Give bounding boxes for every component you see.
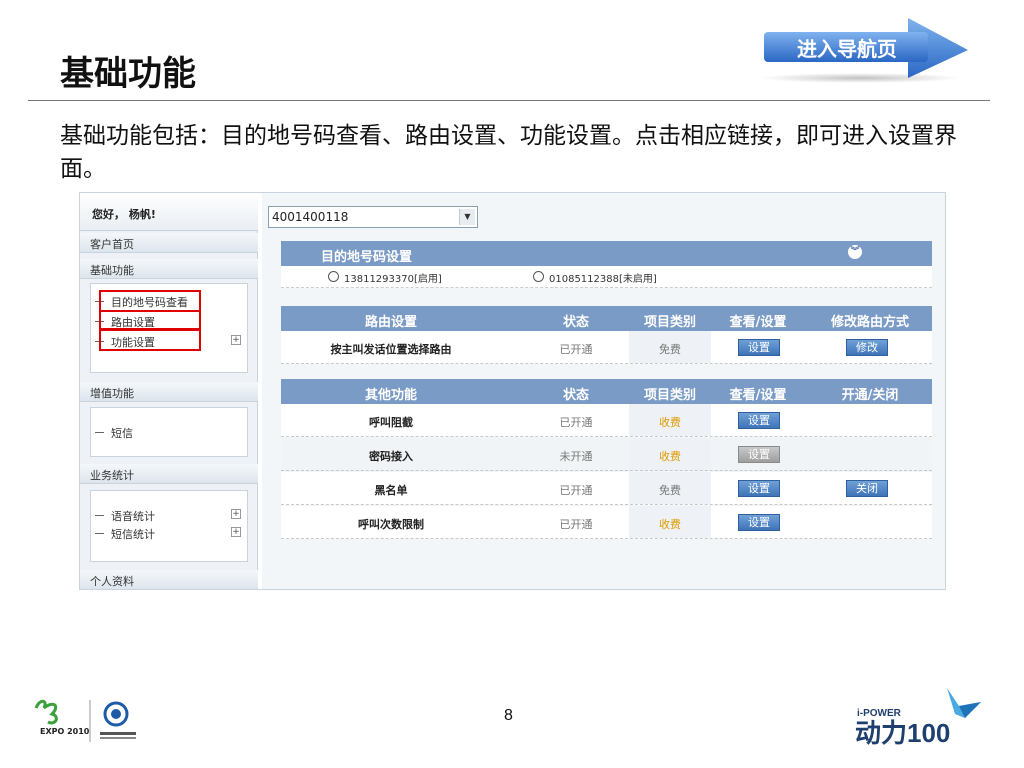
function-status: 已开通 xyxy=(559,484,593,497)
page-number: 8 xyxy=(504,707,513,724)
route-name: 按主叫发话位置选择路由 xyxy=(330,343,452,356)
function-status: 已开通 xyxy=(559,416,593,429)
expand-plus-icon[interactable]: + xyxy=(231,527,241,537)
function-category: 收费 xyxy=(659,518,681,531)
title-divider xyxy=(28,100,990,101)
route-panel-header: 路由设置 状态 项目类别 查看/设置 修改路由方式 xyxy=(281,306,932,331)
col-header: 修改路由方式 xyxy=(830,315,909,330)
col-header: 状态 xyxy=(562,388,589,403)
radio-dest-2[interactable] xyxy=(533,271,544,282)
table-row: 按主叫发话位置选择路由 已开通 免费 设置 修改 xyxy=(281,331,932,364)
col-header: 查看/设置 xyxy=(729,315,787,330)
dest-option-label: 13811293370[启用] xyxy=(344,274,442,285)
portal-screenshot: 您好， 杨帆! 客户首页 基础功能 目的地号码查看 路由设置 功能设置 + 增值… xyxy=(79,192,946,590)
stats-menu-box: 语音统计 + 短信统计 + xyxy=(90,490,248,562)
col-header: 查看/设置 xyxy=(729,388,787,403)
intro-text: 基础功能包括：目的地号码查看、路由设置、功能设置。点击相应链接，即可进入设置界面… xyxy=(60,123,957,182)
ipower-logo: i-POWER 动力100 xyxy=(855,684,985,754)
main-content: 4001400118 ▼ 目的地号码设置 ︾ 13811293370[启用] 0… xyxy=(262,193,945,589)
function-name: 呼叫次数限制 xyxy=(358,518,424,531)
dest-option-label: 01085112388[未启用] xyxy=(549,274,657,285)
menu-basic-head[interactable]: 基础功能 xyxy=(80,259,258,279)
function-settings-button[interactable]: 设置 xyxy=(738,480,780,497)
col-header: 其他功能 xyxy=(364,388,417,403)
menu-item-voice-stats[interactable]: 语音统计 + xyxy=(91,508,247,524)
function-category: 免费 xyxy=(659,484,681,497)
highlight-box-route xyxy=(99,310,201,330)
dash-icon xyxy=(95,533,104,534)
expand-plus-icon[interactable]: + xyxy=(231,509,241,519)
ipower-logo-icon: i-POWER 动力100 xyxy=(855,688,981,748)
route-status: 已开通 xyxy=(559,343,593,356)
table-row: 呼叫阻截 已开通 收费 设置 xyxy=(281,404,932,437)
dest-panel-title: 目的地号码设置 xyxy=(321,250,413,265)
greeting: 您好， 杨帆! xyxy=(80,193,258,231)
collapse-chevron-icon[interactable]: ︾ xyxy=(848,245,862,259)
value-menu-box: 短信 xyxy=(90,407,248,457)
menu-item-sms-stats[interactable]: 短信统计 + xyxy=(91,526,247,542)
function-status: 已开通 xyxy=(559,518,593,531)
function-settings-button[interactable]: 设置 xyxy=(738,412,780,429)
function-name: 黑名单 xyxy=(374,484,408,497)
number-select[interactable]: 4001400118 ▼ xyxy=(268,206,478,228)
svg-text:动力100: 动力100 xyxy=(855,718,950,748)
nav-page-label: 进入导航页 xyxy=(797,37,897,61)
slide-title: 基础功能 xyxy=(60,54,196,94)
dropdown-arrow-icon[interactable]: ▼ xyxy=(459,209,475,225)
route-settings-button[interactable]: 设置 xyxy=(738,339,780,356)
col-header: 路由设置 xyxy=(364,315,417,330)
table-row: 密码接入 未开通 收费 设置 xyxy=(281,438,932,471)
function-name: 密码接入 xyxy=(369,450,413,463)
nav-page-button[interactable]: 进入导航页 xyxy=(760,16,972,86)
function-name: 呼叫阻截 xyxy=(369,416,413,429)
col-header: 项目类别 xyxy=(643,388,696,403)
highlight-box-function xyxy=(99,329,201,351)
col-header: 开通/关闭 xyxy=(841,388,899,403)
menu-stats-head[interactable]: 业务统计 xyxy=(80,464,258,484)
function-category: 收费 xyxy=(659,450,681,463)
dest-options-row: 13811293370[启用] 01085112388[未启用] xyxy=(281,266,932,288)
dash-icon xyxy=(95,515,104,516)
other-panel-header: 其他功能 状态 项目类别 查看/设置 开通/关闭 xyxy=(281,379,932,404)
col-header: 状态 xyxy=(562,315,589,330)
expand-plus-icon[interactable]: + xyxy=(231,335,241,345)
route-category: 免费 xyxy=(659,343,681,356)
route-modify-button[interactable]: 修改 xyxy=(846,339,888,356)
svg-text:EXPO 2010: EXPO 2010 xyxy=(40,727,90,736)
table-row: 呼叫次数限制 已开通 收费 设置 xyxy=(281,506,932,539)
menu-home[interactable]: 客户首页 xyxy=(80,233,258,253)
menu-value-head[interactable]: 增值功能 xyxy=(80,382,258,402)
dash-icon xyxy=(95,432,104,433)
function-category: 收费 xyxy=(659,416,681,429)
radio-dest-1[interactable] xyxy=(328,271,339,282)
function-close-button[interactable]: 关闭 xyxy=(846,480,888,497)
expo-china-mobile-logo-icon: EXPO 2010 xyxy=(34,699,136,742)
menu-item-sms[interactable]: 短信 xyxy=(91,425,247,441)
dest-panel-header: 目的地号码设置 ︾ xyxy=(281,241,932,266)
col-header: 项目类别 xyxy=(643,315,696,330)
highlight-box-dest xyxy=(99,290,201,312)
sidebar: 您好， 杨帆! 客户首页 基础功能 目的地号码查看 路由设置 功能设置 + 增值… xyxy=(80,193,258,589)
function-status: 未开通 xyxy=(559,450,593,463)
basic-menu-box: 目的地号码查看 路由设置 功能设置 + xyxy=(90,283,248,373)
table-row: 黑名单 已开通 免费 设置 关闭 xyxy=(281,472,932,505)
expo-logo: EXPO 2010 xyxy=(30,694,150,746)
function-settings-button-disabled[interactable]: 设置 xyxy=(738,446,780,463)
menu-profile-head[interactable]: 个人资料 xyxy=(80,570,258,589)
function-settings-button[interactable]: 设置 xyxy=(738,514,780,531)
